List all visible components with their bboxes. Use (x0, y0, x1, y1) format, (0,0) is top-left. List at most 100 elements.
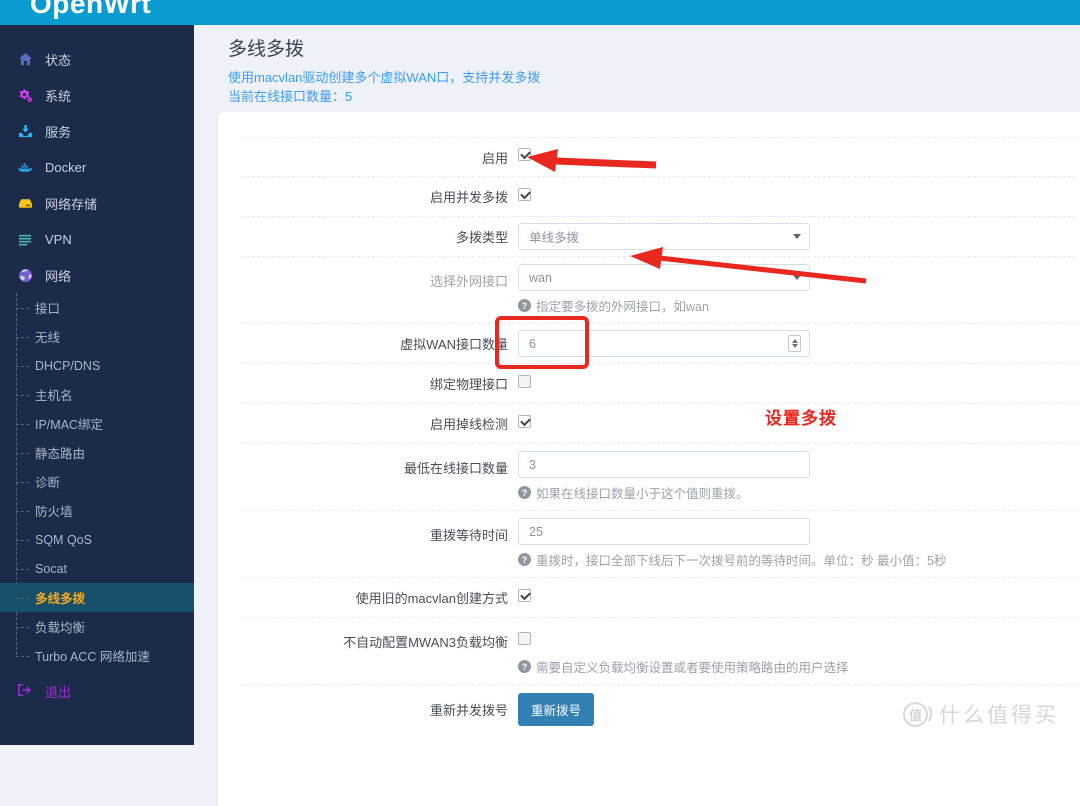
help-text: ? 需要自定义负载均衡设置或者要使用策略路由的用户选择 (518, 657, 1076, 676)
virtual-wan-count-input[interactable]: 6 (518, 330, 810, 357)
watermark: 值 什么值得买 (903, 699, 1059, 729)
sidebar-item-label: 系统 (45, 88, 72, 104)
sidebar-item-services[interactable]: 服务 (0, 113, 194, 149)
form-row-redial-wait: 重拨等待时间 25 ? 重拨时，接口全部下线后下一次拨号前的等待时间。单位：秒 最… (242, 511, 1076, 578)
bars-icon (17, 231, 33, 247)
sidebar-subitem-sqm-qos[interactable]: SQM QoS (0, 525, 194, 554)
field-label: 选择外网接口 (429, 274, 508, 289)
sidebar-item-label: VPN (45, 231, 72, 247)
form-row-bind-physical: 绑定物理接口 (242, 364, 1076, 404)
form-row-min-online: 最低在线接口数量 3 ? 如果在线接口数量小于这个值则重拨。 (242, 444, 1076, 511)
field-label: 多拨类型 (455, 230, 508, 245)
sidebar-item-network[interactable]: 网络 (0, 257, 194, 293)
help-text: ? 指定要多拨的外网接口，如wan (518, 296, 1076, 315)
form-row-old-macvlan: 使用旧的macvlan创建方式 (242, 578, 1076, 618)
form-row-offline-detect: 启用掉线检测 (242, 404, 1076, 444)
bind-physical-checkbox[interactable] (518, 374, 531, 388)
topbar: OpenWrt (0, 0, 1080, 25)
sidebar-item-label: 网络 (45, 268, 72, 284)
sidebar-item-label: Docker (45, 159, 87, 175)
sidebar-subitem-static-routes[interactable]: 静态路由 (0, 438, 194, 467)
field-label: 绑定物理接口 (429, 377, 508, 392)
sidebar-item-docker[interactable]: Docker (0, 149, 194, 185)
sidebar-subitem-dhcp-dns[interactable]: DHCP/DNS (0, 351, 194, 380)
help-icon: ? (518, 660, 531, 673)
sidebar-item-system[interactable]: 系统 (0, 77, 194, 113)
form-row-virtual-wan-count: 虚拟WAN接口数量 6 (242, 324, 1076, 364)
help-icon: ? (518, 299, 531, 312)
sidebar-subitem-firewall[interactable]: 防火墙 (0, 496, 194, 525)
form-row-dial-type: 多拨类型 单线多拨 (242, 217, 1076, 257)
sidebar-logout[interactable]: 退出 (0, 676, 194, 706)
field-label: 启用 (481, 150, 508, 166)
input-value: 25 (529, 524, 543, 539)
concurrent-dial-checkbox[interactable] (518, 187, 531, 201)
sidebar-item-storage[interactable]: 网络存储 (0, 185, 194, 221)
sidebar-item-label: 状态 (45, 52, 72, 68)
field-label: 重新并发拨号 (429, 703, 508, 718)
enable-checkbox[interactable] (518, 148, 531, 161)
sidebar-subitem-interfaces[interactable]: 接口 (0, 293, 194, 322)
help-icon: ? (518, 486, 531, 499)
sidebar-subitem-multiwan-dial-active[interactable]: 多线多拨 (0, 583, 194, 612)
field-label: 重拨等待时间 (429, 528, 508, 543)
sidebar-subitem-hostnames[interactable]: 主机名 (0, 380, 194, 409)
online-interface-count: 当前在线接口数量：5 (228, 89, 353, 104)
watermark-text: 什么值得买 (939, 704, 1059, 727)
logout-icon (17, 683, 33, 699)
help-text: ? 重拨时，接口全部下线后下一次拨号前的等待时间。单位：秒 最小值：5秒 (518, 550, 1076, 569)
help-text: ? 如果在线接口数量小于这个值则重拨。 (518, 483, 1076, 502)
form-row-wan-interface: 选择外网接口 wan ? 指定要多拨的外网接口，如wan (242, 257, 1076, 324)
download-icon (17, 123, 33, 139)
wan-interface-select[interactable]: wan (518, 264, 810, 291)
field-label: 使用旧的macvlan创建方式 (355, 591, 508, 606)
page-header: 多线多拨 使用macvlan驱动创建多个虚拟WAN口，支持并发多拨 当前在线接口… (194, 25, 1080, 106)
sidebar: 状态 系统 服务 Docker 网络存储 VPN 网络 接口 无线 DHCP/D… (0, 25, 194, 745)
field-label: 最低在线接口数量 (403, 461, 508, 476)
number-stepper-icon[interactable] (788, 335, 801, 352)
network-subtree: 接口 无线 DHCP/DNS 主机名 IP/MAC绑定 静态路由 诊断 防火墙 … (0, 293, 194, 670)
sidebar-subitem-turbo-acc[interactable]: Turbo ACC 网络加速 (0, 641, 194, 670)
form-row-concurrent-dial: 启用并发多拨 (242, 177, 1076, 217)
selected-value: 单线多拨 (529, 231, 580, 245)
help-icon: ? (518, 553, 531, 566)
dial-type-select[interactable]: 单线多拨 (518, 223, 810, 250)
main-content: 多线多拨 使用macvlan驱动创建多个虚拟WAN口，支持并发多拨 当前在线接口… (194, 25, 1080, 806)
field-label: 虚拟WAN接口数量 (400, 337, 508, 352)
input-value: 6 (529, 336, 536, 351)
page-title: 多线多拨 (228, 39, 305, 60)
sidebar-item-label: 服务 (45, 124, 72, 140)
storage-icon (17, 195, 33, 211)
sidebar-item-status[interactable]: 状态 (0, 41, 194, 77)
home-icon (17, 51, 33, 67)
selected-value: wan (529, 270, 552, 285)
gears-icon (17, 87, 33, 103)
sidebar-item-vpn[interactable]: VPN (0, 221, 194, 257)
field-label: 启用掉线检测 (429, 417, 508, 432)
form-row-no-mwan3: 不自动配置MWAN3负载均衡 ? 需要自定义负载均衡设置或者要使用策略路由的用户选… (242, 618, 1076, 685)
sidebar-subitem-socat[interactable]: Socat (0, 554, 194, 583)
field-label: 启用并发多拨 (429, 190, 508, 205)
min-online-input[interactable]: 3 (518, 451, 810, 478)
logout-label: 退出 (45, 684, 72, 700)
redial-button[interactable]: 重新拨号 (518, 693, 595, 726)
input-value: 3 (529, 457, 536, 472)
offline-detect-checkbox[interactable] (518, 414, 531, 428)
sidebar-subitem-ip-mac-binding[interactable]: IP/MAC绑定 (0, 409, 194, 438)
globe-icon (17, 267, 33, 283)
form-row-enable: 启用 (242, 137, 1076, 177)
sidebar-subitem-load-balancing[interactable]: 负载均衡 (0, 612, 194, 641)
field-label: 不自动配置MWAN3负载均衡 (343, 635, 508, 650)
sidebar-item-label: 网络存储 (45, 196, 98, 212)
chevron-down-icon (793, 234, 801, 239)
redial-wait-input[interactable]: 25 (518, 518, 810, 545)
openwrt-logo[interactable]: OpenWrt (30, 0, 151, 20)
docker-icon (17, 159, 33, 175)
sidebar-subitem-diagnostics[interactable]: 诊断 (0, 467, 194, 496)
no-mwan3-checkbox[interactable] (518, 632, 531, 645)
page-subtitle: 使用macvlan驱动创建多个虚拟WAN口，支持并发多拨 (228, 70, 541, 85)
old-macvlan-checkbox[interactable] (518, 588, 531, 602)
chevron-down-icon (793, 275, 801, 280)
sidebar-subitem-wireless[interactable]: 无线 (0, 322, 194, 351)
watermark-badge: 值 (903, 701, 933, 727)
